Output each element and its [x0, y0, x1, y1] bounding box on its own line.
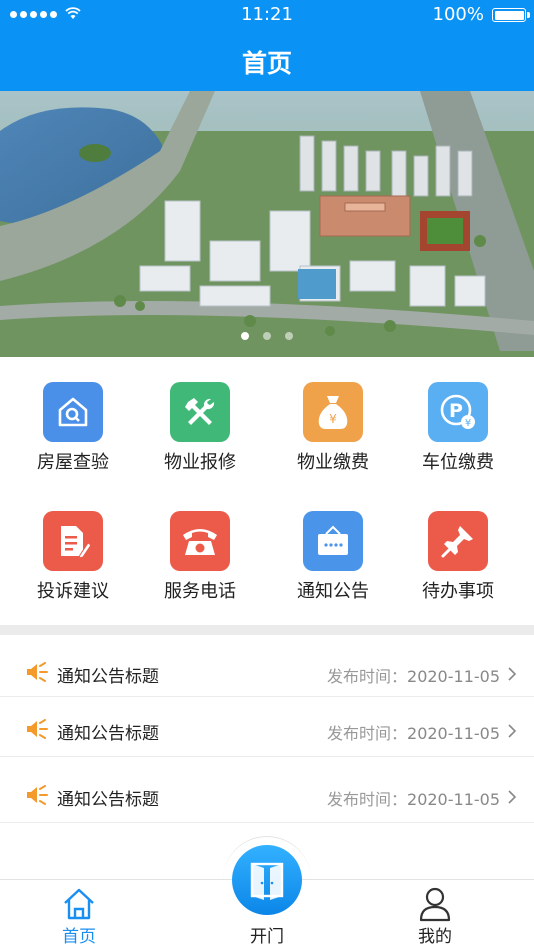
carousel-dots [0, 332, 534, 340]
menu-parking-fee[interactable]: P ¥ 车位缴费 [391, 357, 525, 477]
notice-date-value: 2020-11-05 [407, 790, 500, 809]
open-door-button[interactable] [232, 845, 302, 915]
notice-board-icon [303, 511, 363, 571]
menu-label: 房屋查验 [37, 452, 109, 473]
phone-icon [170, 511, 230, 571]
menu-notice[interactable]: 通知公告 [266, 486, 400, 606]
menu-property-repair[interactable]: 物业报修 [133, 357, 267, 477]
menu-label: 物业报修 [164, 452, 236, 473]
notice-date-label: 发布时间： [327, 724, 408, 743]
section-divider [0, 625, 534, 635]
speaker-icon [27, 785, 48, 805]
door-icon [250, 862, 284, 900]
speaker-icon [27, 719, 48, 739]
tools-icon [170, 382, 230, 442]
tab-label: 我的 [418, 927, 452, 947]
user-icon [419, 887, 451, 922]
notice-date: 发布时间：2020-11-05 [327, 786, 500, 810]
status-bar: 11:21 100% [0, 0, 534, 30]
chevron-right-icon [508, 667, 517, 681]
menu-label: 服务电话 [164, 581, 236, 602]
notice-date: 发布时间：2020-11-05 [327, 720, 500, 744]
menu-label: 车位缴费 [422, 452, 494, 473]
menu-label: 待办事项 [422, 581, 494, 602]
pin-icon [428, 511, 488, 571]
notice-title: 通知公告标题 [57, 724, 159, 744]
notice-date-value: 2020-11-05 [407, 667, 500, 686]
menu-service-phone[interactable]: 服务电话 [133, 486, 267, 606]
menu-label: 通知公告 [297, 581, 369, 602]
notice-row[interactable]: 通知公告标题 发布时间：2020-11-05 [0, 640, 534, 697]
banner-image [0, 91, 534, 357]
carousel-dot[interactable] [285, 332, 293, 340]
notice-date-value: 2020-11-05 [407, 724, 500, 743]
carousel-dot[interactable] [241, 332, 249, 340]
menu-house-inspection[interactable]: 房屋查验 [6, 357, 140, 477]
notice-date: 发布时间：2020-11-05 [327, 663, 500, 687]
house-search-icon [43, 382, 103, 442]
chevron-right-icon [508, 724, 517, 738]
page-title: 首页 [241, 49, 292, 78]
menu-complaint[interactable]: 投诉建议 [6, 486, 140, 606]
money-bag-icon: ¥ [303, 382, 363, 442]
menu-todo[interactable]: 待办事项 [391, 486, 525, 606]
tab-label: 首页 [62, 927, 96, 947]
menu-property-fee[interactable]: ¥ 物业缴费 [266, 357, 400, 477]
battery-icon [492, 8, 530, 22]
tab-home[interactable]: 首页 [19, 880, 139, 950]
tab-label: 开门 [250, 927, 284, 947]
tab-mine[interactable]: 我的 [375, 880, 495, 950]
notice-title: 通知公告标题 [57, 667, 159, 687]
notice-row[interactable]: 通知公告标题 发布时间：2020-11-05 [0, 757, 534, 823]
notice-date-label: 发布时间： [327, 790, 408, 809]
chevron-right-icon [508, 790, 517, 804]
battery-percent: 100% [432, 4, 484, 25]
notice-row[interactable]: 通知公告标题 发布时间：2020-11-05 [0, 697, 534, 757]
svg-text:P: P [449, 400, 463, 422]
notice-title: 通知公告标题 [57, 790, 159, 810]
parking-icon: P ¥ [428, 382, 488, 442]
app-header: 11:21 100% 首页 [0, 0, 534, 91]
document-edit-icon [43, 511, 103, 571]
home-icon [64, 888, 94, 920]
notice-list: 通知公告标题 发布时间：2020-11-05 通知公告标题 发布时间：2020-… [0, 640, 534, 823]
svg-text:¥: ¥ [465, 418, 471, 429]
menu-label: 物业缴费 [297, 452, 369, 473]
banner-carousel[interactable] [0, 91, 534, 357]
carousel-dot[interactable] [263, 332, 271, 340]
svg-text:¥: ¥ [329, 412, 337, 426]
speaker-icon [27, 662, 48, 682]
service-grid: 房屋查验 物业报修 ¥ 物业缴费 P ¥ 车位缴费 投诉建议 服务电话 通知公告… [0, 357, 534, 625]
notice-date-label: 发布时间： [327, 667, 408, 686]
menu-label: 投诉建议 [37, 581, 109, 602]
